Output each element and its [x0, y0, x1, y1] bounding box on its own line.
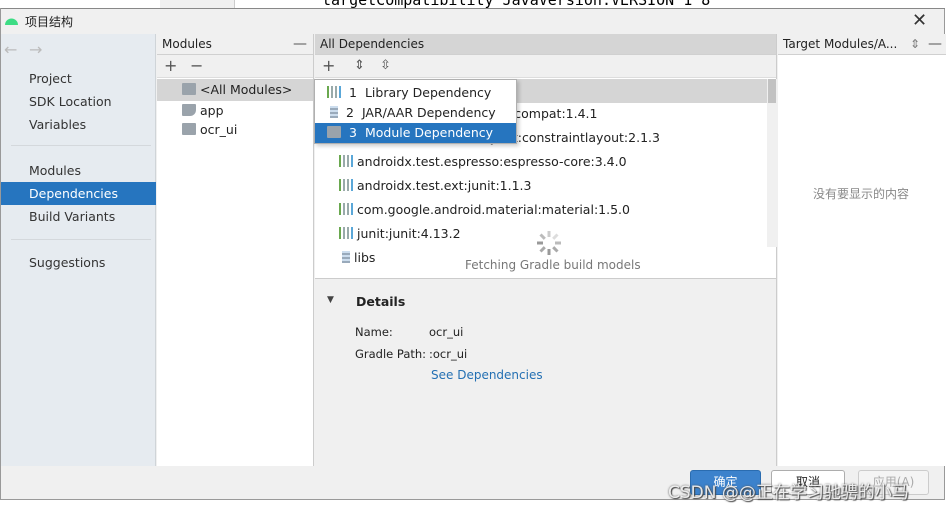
menu-item-number: 2 — [346, 105, 354, 120]
jar-icon — [330, 106, 338, 118]
modules-header: Modules — — [157, 34, 313, 55]
empty-text: 没有要显示的内容 — [813, 187, 910, 201]
scrollbar-thumb[interactable] — [768, 79, 776, 103]
modules-title: Modules — [162, 37, 212, 51]
menu-item-label: Library Dependency — [364, 85, 492, 100]
target-header: Target Modules/A... ⇕ — — [778, 34, 946, 55]
module-label: app — [200, 103, 224, 118]
dependency-row[interactable]: com.google.android.material:material:1.5… — [315, 199, 776, 221]
details-section: ▼ Details Name: ocr_ui Gradle Path: :ocr… — [315, 278, 776, 466]
title-bar: 项目结构 ✕ — [1, 8, 945, 33]
minimize-icon[interactable]: — — [928, 34, 942, 54]
gradle-path-value: :ocr_ui — [429, 347, 468, 361]
add-module-button[interactable]: + — [164, 56, 177, 75]
modules-folder-icon — [182, 83, 196, 95]
see-dependencies-link[interactable]: See Dependencies — [431, 368, 543, 382]
library-icon — [327, 86, 341, 98]
sidebar-item-variables[interactable]: Variables — [1, 113, 156, 136]
menu-item[interactable]: 2 JAR/AAR Dependency — [315, 103, 516, 123]
sidebar-item-project[interactable]: Project — [1, 67, 156, 90]
sidebar-item-dependencies[interactable]: Dependencies — [1, 182, 156, 205]
dependency-label: junit:junit:4.13.2 — [357, 226, 461, 241]
scrollbar[interactable] — [767, 79, 777, 247]
dependency-label: com.google.android.material:material:1.5… — [357, 202, 630, 217]
menu-item[interactable]: 1 Library Dependency — [315, 83, 516, 103]
sidebar-item-sdk-location[interactable]: SDK Location — [1, 90, 156, 113]
dependencies-header: All Dependencies — [315, 34, 776, 55]
dependency-row[interactable]: androidx.test.ext:junit:1.1.3 — [315, 175, 776, 197]
menu-item-label: JAR/AAR Dependency — [361, 105, 496, 120]
dependency-label: libs — [354, 250, 376, 265]
library-icon — [339, 203, 353, 215]
watermark: CSDN @@正在学习驰骋的小马 — [668, 483, 909, 503]
modules-panel: Modules — + − <All Modules> app ocr_ui — [157, 34, 314, 466]
back-arrow-icon[interactable]: ← — [4, 40, 17, 59]
dependency-row[interactable]: androidx.test.espresso:espresso-core:3.4… — [315, 151, 776, 173]
menu-item-label: Module Dependency — [364, 125, 494, 140]
modules-toolbar: + − — [157, 55, 313, 78]
collapse-all-icon[interactable]: ⇳ — [380, 58, 391, 73]
dependencies-toolbar: + ⇕ ⇳ — [315, 55, 776, 78]
target-title: Target Modules/A... — [783, 37, 898, 51]
module-item-all[interactable]: <All Modules> — [157, 79, 313, 101]
sidebar-item-build-variants[interactable]: Build Variants — [1, 205, 156, 228]
name-value: ocr_ui — [429, 325, 464, 339]
add-dependency-menu: 1 Library Dependency 2 JAR/AAR Dependency 3 M… — [314, 79, 517, 144]
sidebar-item-modules[interactable]: Modules — [1, 159, 156, 182]
menu-item[interactable]: 3 Module Dependency — [315, 123, 516, 143]
remove-module-button[interactable]: − — [190, 56, 203, 75]
module-label: <All Modules> — [200, 82, 293, 97]
target-modules-panel: Target Modules/A... ⇕ — 没有要显示的内容 — [778, 34, 946, 466]
menu-item-number: 3 — [349, 125, 357, 140]
library-icon — [339, 179, 353, 191]
android-icon — [5, 18, 18, 25]
loading-spinner-icon — [537, 231, 561, 255]
module-label: ocr_ui — [200, 122, 238, 137]
gradle-path-label: Gradle Path: — [355, 347, 427, 361]
expand-all-icon[interactable]: ⇕ — [354, 58, 365, 73]
sidebar-item-suggestions[interactable]: Suggestions — [1, 251, 156, 274]
window-title: 项目结构 — [25, 15, 74, 29]
name-label: Name: — [355, 325, 393, 339]
collapse-triangle-icon[interactable]: ▼ — [327, 295, 334, 305]
add-dependency-button[interactable]: + — [322, 56, 335, 75]
jar-icon — [342, 251, 350, 263]
sidebar: ← → Project SDK Location Variables Modul… — [1, 34, 156, 466]
module-item-ocr-ui[interactable]: ocr_ui — [157, 119, 313, 141]
library-icon — [339, 227, 353, 239]
expand-icon[interactable]: ⇕ — [910, 34, 920, 54]
library-module-icon — [182, 123, 196, 135]
close-icon[interactable]: ✕ — [912, 10, 927, 31]
divider — [11, 239, 151, 240]
library-icon — [339, 155, 353, 167]
divider — [11, 145, 151, 146]
minimize-icon[interactable]: — — [293, 34, 307, 54]
dependency-label: androidx.test.espresso:espresso-core:3.4… — [357, 154, 627, 169]
app-module-icon — [182, 104, 196, 116]
loading-text: Fetching Gradle build models — [465, 258, 641, 272]
dependency-label: androidx.test.ext:junit:1.1.3 — [357, 178, 532, 193]
details-title: Details — [356, 294, 406, 309]
module-folder-icon — [327, 126, 341, 138]
forward-arrow-icon[interactable]: → — [29, 40, 42, 59]
menu-item-number: 1 — [349, 85, 357, 100]
